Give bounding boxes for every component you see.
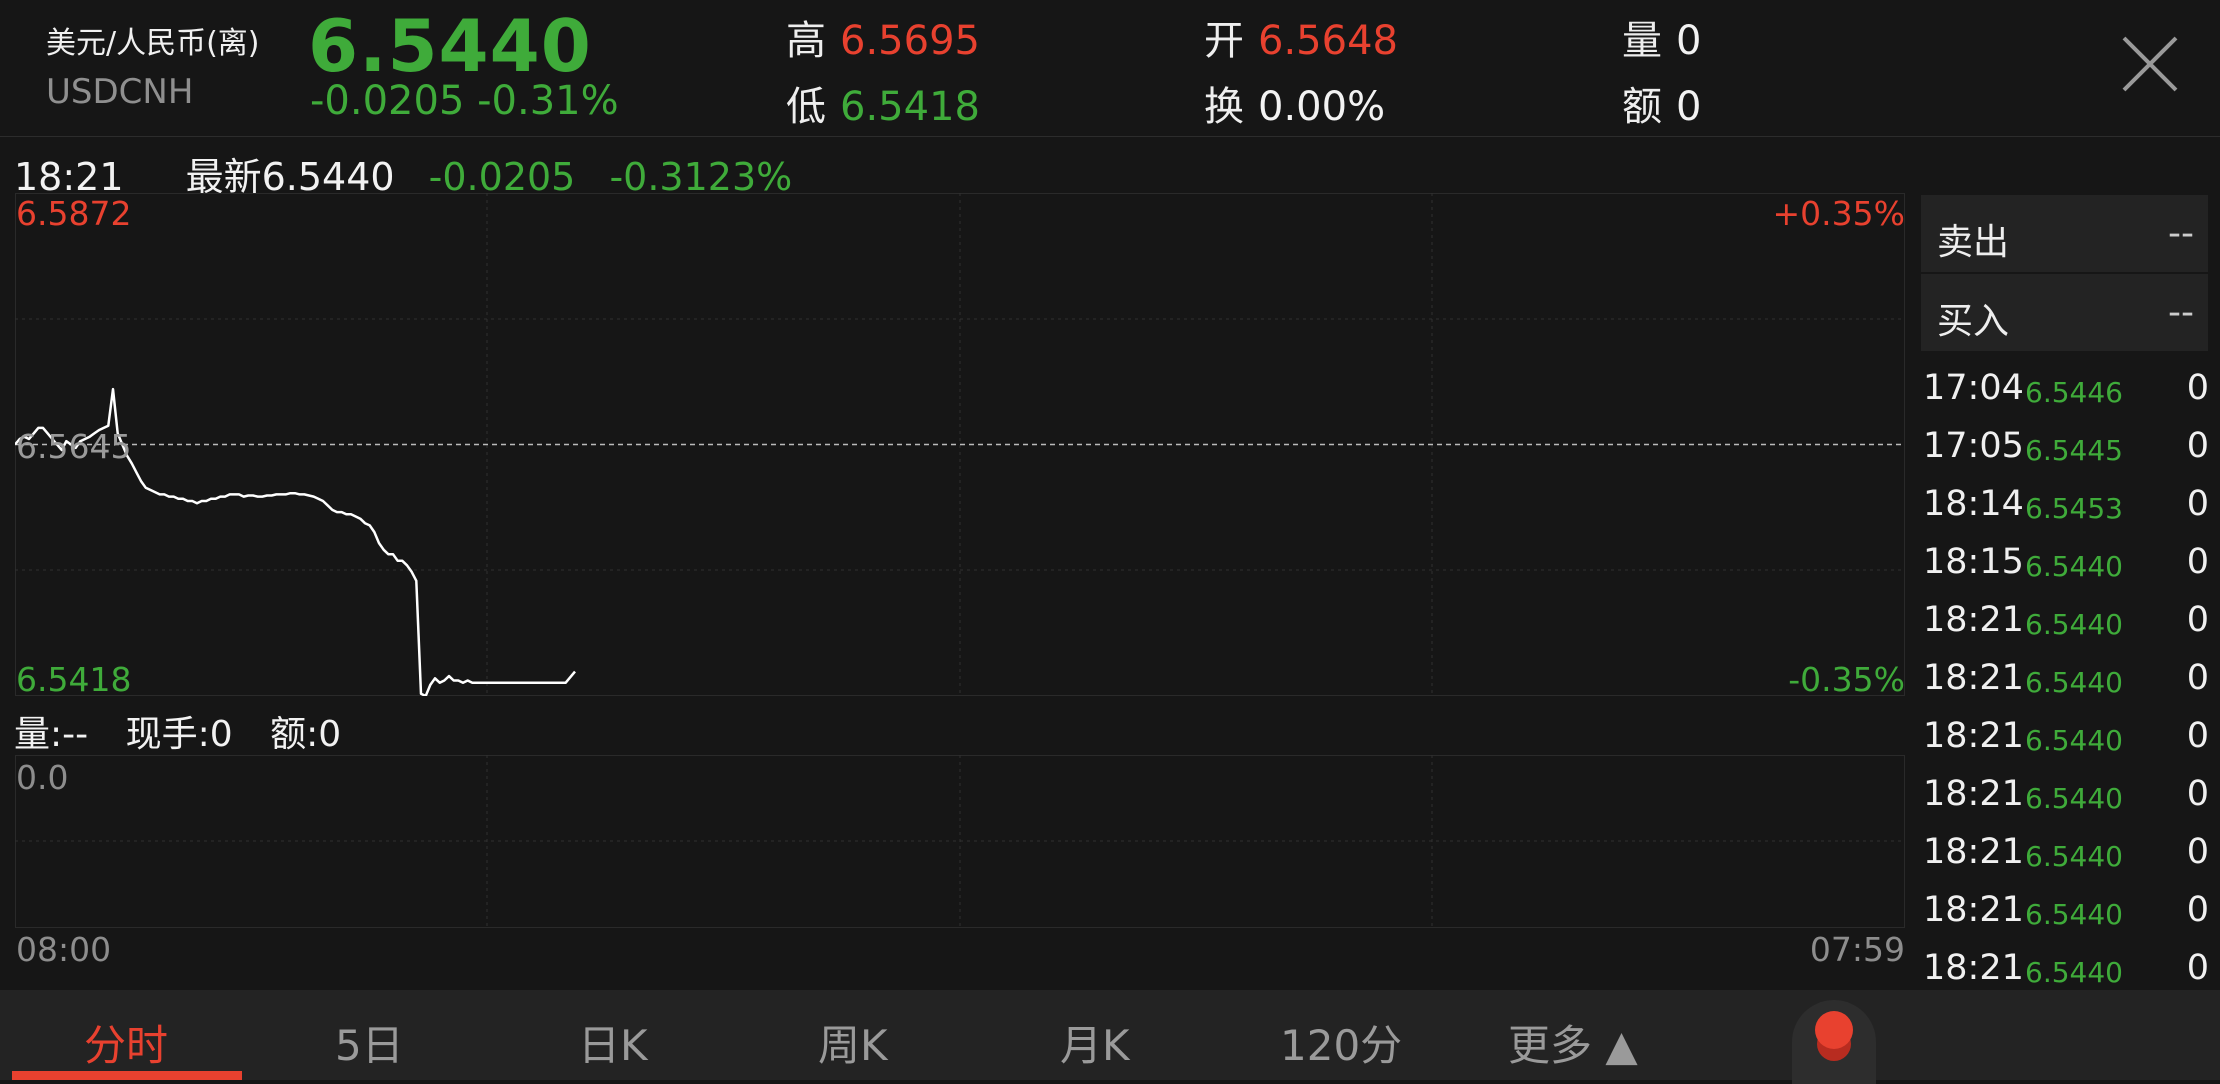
stat-label: 换 <box>1204 84 1244 130</box>
tick-volume: 0 <box>2186 426 2209 466</box>
tick-time: 18:21 <box>1923 948 2024 988</box>
sell-label: 卖出 <box>1937 222 2010 263</box>
tick-row: 18:21 6.5440 0 <box>1921 652 2211 710</box>
tick-price: 6.5440 <box>2025 550 2123 583</box>
tick-price: 6.5453 <box>2025 492 2123 525</box>
tick-time: 18:21 <box>1923 658 2024 698</box>
sell-value: -- <box>2168 213 2194 254</box>
tick-row: 17:05 6.5445 0 <box>1921 420 2211 478</box>
tick-price: 6.5440 <box>2025 608 2123 641</box>
tick-volume: 0 <box>2186 484 2209 524</box>
pct-axis-max-label: +0.35% <box>1772 194 1905 233</box>
tick-price: 6.5440 <box>2025 724 2123 757</box>
tab-120min[interactable]: 120分 <box>1280 1012 1402 1073</box>
volume-chart[interactable] <box>15 755 1905 928</box>
tick-price: 6.5440 <box>2025 666 2123 699</box>
tick-row: 18:21 6.5440 0 <box>1921 884 2211 942</box>
tick-volume: 0 <box>2186 368 2209 408</box>
stat-label: 高 <box>786 18 826 64</box>
stat-value: 0 <box>1676 18 1702 64</box>
buy-value: -- <box>2168 292 2194 333</box>
stat-open: 开 6.5648 <box>1204 8 1398 66</box>
instrument-name: 美元/人民币(离) <box>46 26 260 61</box>
tick-volume: 0 <box>2186 774 2209 814</box>
stat-amount: 额0 <box>1622 74 1701 132</box>
tick-volume: 0 <box>2186 542 2209 582</box>
tab-5day[interactable]: 5日 <box>335 1012 404 1073</box>
tick-price: 6.5445 <box>2025 434 2123 467</box>
hand-label: 现手:0 <box>125 714 233 755</box>
record-dot-icon <box>1815 1011 1853 1049</box>
sell-row: 卖出 -- <box>1921 195 2208 272</box>
volume-label: 量:-- <box>14 714 89 755</box>
stat-value: 0.00% <box>1258 84 1386 130</box>
close-icon[interactable] <box>2118 32 2182 96</box>
stat-value: 6.5695 <box>840 18 980 64</box>
tick-row: 18:21 6.5440 0 <box>1921 710 2211 768</box>
tab-monthly-k[interactable]: 月K <box>1060 1012 1130 1073</box>
stat-turnover: 换 0.00% <box>1204 74 1385 132</box>
tick-time: 17:04 <box>1923 368 2024 408</box>
y-axis-max-label: 6.5872 <box>16 194 132 233</box>
amount-label: 额:0 <box>270 714 342 755</box>
tick-price: 6.5440 <box>2025 956 2123 989</box>
tick-time: 18:14 <box>1923 484 2024 524</box>
prev-close-label: 6.5645 <box>16 427 132 466</box>
buy-label: 买入 <box>1937 301 2010 342</box>
active-tab-indicator <box>12 1071 242 1080</box>
intraday-price-chart[interactable] <box>15 193 1905 696</box>
tick-volume: 0 <box>2186 600 2209 640</box>
stat-label: 开 <box>1204 18 1244 64</box>
instrument-code: USDCNH <box>46 72 194 112</box>
tick-volume: 0 <box>2186 948 2209 988</box>
tab-daily-k[interactable]: 日K <box>578 1012 648 1073</box>
stat-high: 高 6.5695 <box>786 8 980 66</box>
tick-time: 18:21 <box>1923 832 2024 872</box>
pct-axis-min-label: -0.35% <box>1788 660 1905 699</box>
stat-label: 低 <box>786 84 826 130</box>
stat-low: 低 6.5418 <box>786 74 980 132</box>
y-axis-min-label: 6.5418 <box>16 660 132 699</box>
tab-more[interactable]: 更多 ▲ <box>1508 1012 1638 1073</box>
x-axis-end-label: 07:59 <box>1809 930 1905 969</box>
tab-intraday[interactable]: 分时 <box>84 1012 168 1073</box>
tick-row: 18:21 6.5440 0 <box>1921 594 2211 652</box>
tick-price: 6.5440 <box>2025 898 2123 931</box>
tick-time: 17:05 <box>1923 426 2024 466</box>
stat-value: 6.5648 <box>1258 18 1398 64</box>
tick-time: 18:21 <box>1923 774 2024 814</box>
stat-value: 6.5418 <box>840 84 980 130</box>
stat-volume: 量0 <box>1622 8 1701 66</box>
tick-price: 6.5440 <box>2025 840 2123 873</box>
tab-weekly-k[interactable]: 周K <box>818 1012 888 1073</box>
stat-value: 0 <box>1676 84 1702 130</box>
tick-price: 6.5440 <box>2025 782 2123 815</box>
current-price: 6.5440 <box>308 4 592 88</box>
tick-time: 18:21 <box>1923 890 2024 930</box>
header-divider <box>0 136 2220 137</box>
tick-row: 18:15 6.5440 0 <box>1921 536 2211 594</box>
volume-info-line: 量:-- 现手:0 额:0 <box>14 705 341 757</box>
stat-label: 额 <box>1622 84 1662 130</box>
tick-row: 18:21 6.5440 0 <box>1921 826 2211 884</box>
tick-volume: 0 <box>2186 832 2209 872</box>
tick-time: 18:21 <box>1923 716 2024 756</box>
tick-row: 17:04 6.5446 0 <box>1921 362 2211 420</box>
tick-price: 6.5446 <box>2025 376 2123 409</box>
tick-volume: 0 <box>2186 890 2209 930</box>
tick-time: 18:15 <box>1923 542 2024 582</box>
tick-row: 18:21 6.5440 0 <box>1921 768 2211 826</box>
tick-volume: 0 <box>2186 658 2209 698</box>
x-axis-start-label: 08:00 <box>16 930 112 969</box>
buy-row: 买入 -- <box>1921 274 2208 351</box>
price-change: -0.0205 -0.31% <box>310 78 619 124</box>
volume-axis-label: 0.0 <box>16 758 69 797</box>
stat-label: 量 <box>1622 18 1662 64</box>
tick-row: 18:14 6.5453 0 <box>1921 478 2211 536</box>
tick-volume: 0 <box>2186 716 2209 756</box>
tick-row: 18:21 6.5440 0 <box>1921 942 2211 990</box>
tick-time: 18:21 <box>1923 600 2024 640</box>
